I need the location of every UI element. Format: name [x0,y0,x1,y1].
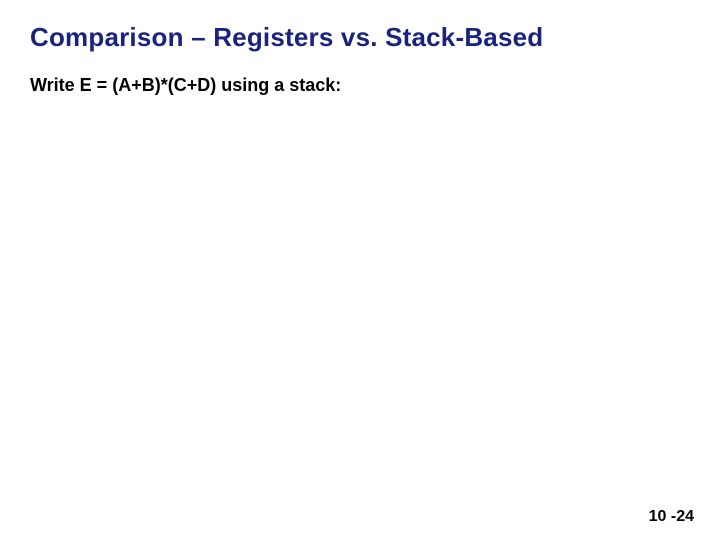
page-number: 10 -24 [649,508,694,526]
slide-body-text: Write E = (A+B)*(C+D) using a stack: [0,53,720,96]
slide-title: Comparison – Registers vs. Stack-Based [0,0,720,53]
